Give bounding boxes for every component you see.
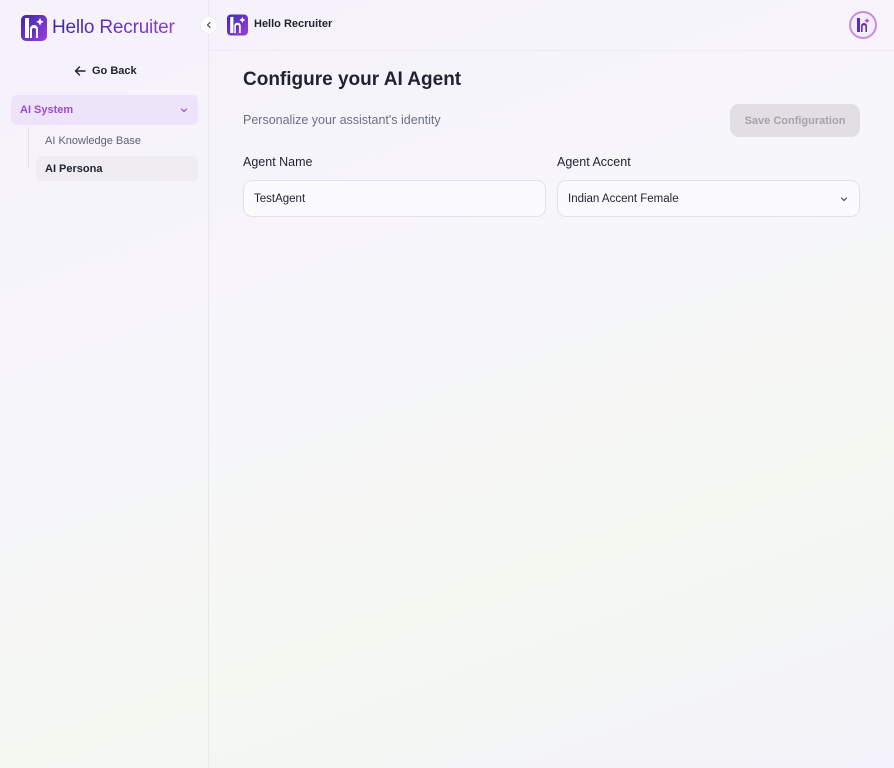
brand-name: Hello Recruiter — [52, 17, 175, 38]
nav-tree-line — [28, 127, 29, 168]
sidebar: Hello Recruiter Go Back AI System AI Kno… — [0, 0, 209, 768]
logo-icon — [227, 14, 248, 36]
header-title: Hello Recruiter — [254, 18, 333, 30]
arrow-left-icon — [74, 66, 86, 76]
top-bar: Hello Recruiter — [209, 0, 894, 51]
agent-name-value: TestAgent — [254, 192, 306, 205]
logo-icon — [21, 15, 47, 41]
agent-name-input[interactable]: TestAgent — [243, 180, 546, 217]
agent-name-label: Agent Name — [243, 155, 313, 169]
page-title: Configure your AI Agent — [243, 69, 462, 90]
sidebar-item-ai-knowledge-base[interactable]: AI Knowledge Base — [36, 128, 198, 153]
brand[interactable]: Hello Recruiter — [21, 14, 175, 42]
chevron-down-icon — [840, 196, 848, 201]
page-subtitle: Personalize your assistant's identity — [243, 113, 441, 127]
avatar-icon — [857, 18, 870, 32]
sidebar-group-ai-system[interactable]: AI System — [11, 95, 198, 125]
collapse-sidebar-button[interactable] — [200, 16, 218, 34]
agent-accent-label: Agent Accent — [557, 155, 631, 169]
go-back-button[interactable]: Go Back — [74, 63, 137, 79]
go-back-label: Go Back — [92, 65, 137, 77]
chevron-left-icon — [206, 21, 211, 29]
save-configuration-button[interactable]: Save Configuration — [730, 104, 860, 137]
chevron-down-icon — [180, 108, 188, 113]
agent-accent-value: Indian Accent Female — [568, 192, 679, 205]
sidebar-item-ai-persona[interactable]: AI Persona — [36, 156, 198, 181]
agent-accent-select[interactable]: Indian Accent Female — [557, 180, 860, 217]
avatar[interactable] — [849, 11, 877, 39]
sidebar-item-label: AI Knowledge Base — [45, 134, 142, 147]
sidebar-item-label: AI Persona — [45, 162, 103, 175]
sidebar-group-label: AI System — [20, 104, 74, 116]
